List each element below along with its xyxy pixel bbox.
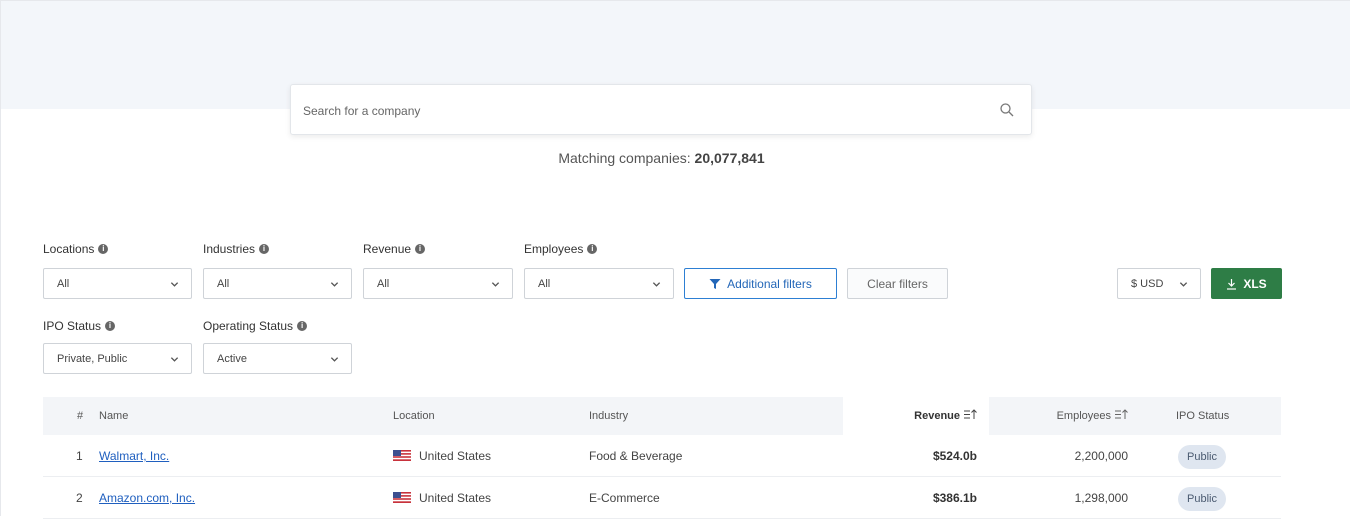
info-icon[interactable]: i (259, 244, 270, 254)
company-name[interactable]: Walmart, Inc. (99, 449, 169, 463)
row-industry: Food & Beverage (589, 449, 683, 463)
industries-select[interactable]: All (203, 268, 352, 299)
chevron-down-icon (330, 282, 339, 287)
sort-icon (1115, 409, 1128, 419)
clear-filters-label: Clear filters (867, 276, 928, 291)
chevron-down-icon (1179, 282, 1188, 287)
ipo-status-label-text: IPO Status (43, 319, 102, 333)
info-icon[interactable]: i (105, 321, 116, 331)
company-name[interactable]: Amazon.com, Inc. (99, 491, 195, 505)
ipo-status-select-value: Private, Public (57, 353, 128, 365)
revenue-select[interactable]: All (363, 268, 513, 299)
matching-count: 20,077,841 (694, 150, 765, 166)
employees-select[interactable]: All (524, 268, 674, 299)
row-revenue: $524.0b (932, 449, 977, 463)
col-location[interactable]: Location (393, 397, 435, 435)
download-icon (1227, 278, 1237, 290)
clear-filters-button[interactable]: Clear filters (847, 268, 948, 299)
locations-select[interactable]: All (43, 268, 192, 299)
xls-download-button[interactable]: XLS (1211, 268, 1282, 299)
employees-label-text: Employees (524, 242, 584, 256)
row-industry: E-Commerce (589, 491, 660, 505)
row-ipo-status: Public (1178, 477, 1226, 519)
col-ipo-status[interactable]: IPO Status (1176, 397, 1229, 435)
revenue-label: Revenue i (363, 242, 426, 256)
col-revenue-label: Revenue (914, 410, 960, 422)
currency-value: $ USD (1131, 278, 1164, 290)
operating-status-select[interactable]: Active (203, 343, 352, 374)
row-revenue: $386.1b (932, 491, 977, 505)
ipo-status-select[interactable]: Private, Public (43, 343, 192, 374)
industries-label-text: Industries (203, 242, 256, 256)
row-rank: 2 (76, 491, 83, 505)
info-icon[interactable]: i (415, 244, 426, 254)
matching-label: Matching companies: (558, 150, 695, 166)
filter-icon (709, 278, 721, 289)
revenue-label-text: Revenue (363, 242, 412, 256)
info-icon[interactable]: i (297, 321, 308, 331)
table-header: # Name Location Industry Revenue Employe… (43, 397, 1281, 435)
company-link[interactable]: Amazon.com, Inc. (99, 477, 195, 519)
company-link[interactable]: Walmart, Inc. (99, 435, 169, 477)
industries-select-value: All (217, 278, 230, 290)
locations-label: Locations i (43, 242, 109, 256)
status-badge: Public (1178, 487, 1226, 511)
row-employees: 1,298,000 (1074, 491, 1128, 505)
revenue-select-value: All (377, 278, 390, 290)
chevron-down-icon (170, 282, 179, 287)
ipo-status-label: IPO Status i (43, 319, 116, 333)
row-rank: 1 (76, 449, 83, 463)
industries-label: Industries i (203, 242, 270, 256)
col-industry[interactable]: Industry (589, 397, 628, 435)
currency-select[interactable]: $ USD (1117, 268, 1201, 299)
col-rank: # (77, 410, 84, 422)
status-badge: Public (1178, 445, 1226, 469)
operating-status-select-value: Active (217, 353, 247, 365)
chevron-down-icon (491, 282, 500, 287)
matching-companies: Matching companies: 20,077,841 (0, 150, 1323, 166)
table-row[interactable]: 2 Amazon.com, Inc. United States E-Comme… (43, 477, 1281, 519)
location-text: United States (419, 449, 492, 463)
employees-select-value: All (538, 278, 551, 290)
search-input[interactable] (301, 95, 985, 127)
col-employees-label: Employees (1056, 410, 1111, 422)
col-revenue[interactable]: Revenue (843, 397, 989, 435)
table-row[interactable]: 1 Walmart, Inc. United States Food & Bev… (43, 435, 1281, 477)
chevron-down-icon (170, 357, 179, 362)
col-employees[interactable]: Employees (1003, 397, 1138, 435)
row-location: United States (393, 477, 491, 519)
locations-select-value: All (57, 278, 70, 290)
xls-label: XLS (1243, 276, 1267, 291)
search-icon[interactable] (999, 102, 1015, 118)
location-text: United States (419, 491, 492, 505)
row-ipo-status: Public (1178, 435, 1226, 477)
col-name[interactable]: Name (99, 397, 128, 435)
additional-filters-button[interactable]: Additional filters (684, 268, 837, 299)
row-location: United States (393, 435, 491, 477)
search-box (290, 84, 1032, 135)
additional-filters-label: Additional filters (727, 276, 812, 291)
operating-status-label: Operating Status i (203, 319, 308, 333)
us-flag-icon (393, 450, 411, 461)
info-icon[interactable]: i (587, 244, 598, 254)
employees-label: Employees i (524, 242, 598, 256)
chevron-down-icon (652, 282, 661, 287)
locations-label-text: Locations (43, 242, 95, 256)
operating-status-label-text: Operating Status (203, 319, 294, 333)
row-employees: 2,200,000 (1074, 449, 1128, 463)
info-icon[interactable]: i (98, 244, 109, 254)
us-flag-icon (393, 492, 411, 503)
chevron-down-icon (330, 357, 339, 362)
sort-icon (964, 409, 977, 419)
